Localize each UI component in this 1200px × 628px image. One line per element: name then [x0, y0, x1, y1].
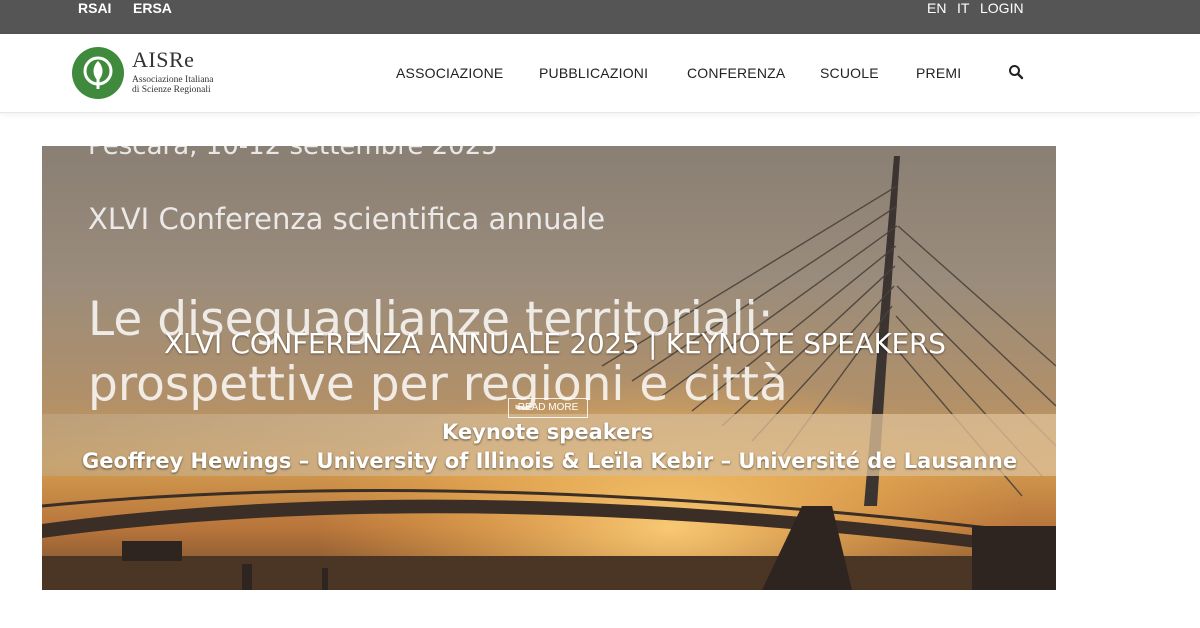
ersa-link[interactable]: ERSA [133, 0, 172, 16]
hero-conference-line: XLVI Conferenza scientifica annuale [88, 202, 606, 236]
lang-it-link[interactable]: IT [957, 0, 969, 16]
hero-date-line: Pescara, 10-12 settembre 2025 [88, 146, 498, 161]
site-logo[interactable]: AISRe Associazione Italiana di Scienze R… [72, 47, 242, 101]
keynote-names: Geoffrey Hewings – University of Illinoi… [82, 449, 1018, 473]
nav-item-associazione[interactable]: ASSOCIAZIONE [396, 65, 503, 81]
hero-slider[interactable]: Pescara, 10-12 settembre 2025 XLVI Confe… [42, 146, 1056, 590]
top-bar: RSAI ERSA EN IT LOGIN [0, 0, 1200, 34]
slide-title[interactable]: XLVI CONFERENZA ANNUALE 2025 | KEYNOTE S… [164, 327, 946, 360]
logo-subtitle: Associazione Italiana di Scienze Regiona… [132, 75, 214, 95]
read-more-button[interactable]: READ MORE [508, 398, 588, 418]
nav-item-premi[interactable]: PREMI [916, 65, 961, 81]
logo-emblem-icon [72, 47, 124, 99]
lang-en-link[interactable]: EN [927, 0, 946, 16]
login-link[interactable]: LOGIN [980, 0, 1024, 16]
keynote-heading: Keynote speakers [442, 420, 654, 444]
nav-item-conferenza[interactable]: CONFERENZA [687, 65, 785, 81]
main-header: AISRe Associazione Italiana di Scienze R… [0, 34, 1200, 113]
rsai-link[interactable]: RSAI [78, 0, 111, 16]
search-icon[interactable] [1008, 64, 1024, 80]
nav-item-scuole[interactable]: SCUOLE [820, 65, 879, 81]
nav-item-pubblicazioni[interactable]: PUBBLICAZIONI [539, 65, 648, 81]
logo-title: AISRe [132, 47, 195, 72]
hero-theme-line-2: prospettive per regioni e città [88, 357, 788, 412]
